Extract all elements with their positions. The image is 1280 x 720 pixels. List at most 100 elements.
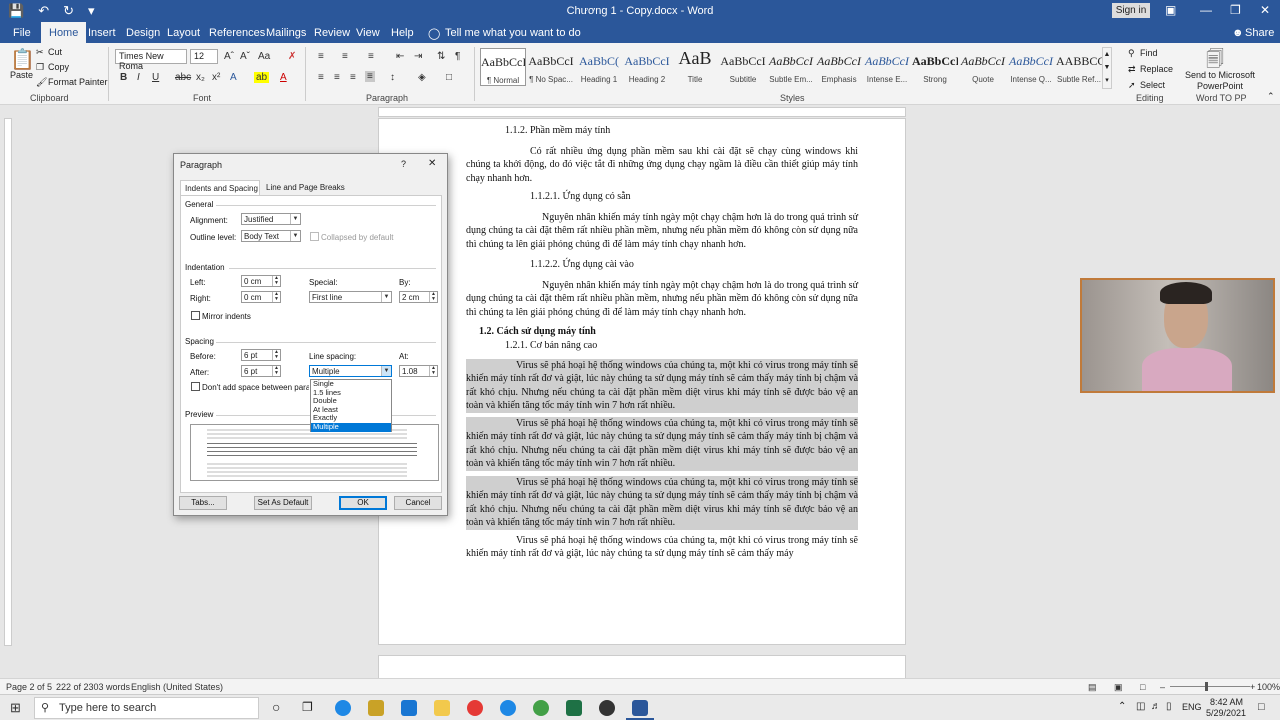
app-icon[interactable] [533, 700, 549, 716]
document-page-next[interactable] [378, 655, 906, 680]
document-page[interactable]: 1.1.2. Phần mềm máy tính Có rất nhiều ứn… [378, 118, 906, 645]
left-indent-input[interactable]: 0 cm ▲ ▼ [241, 275, 281, 287]
sign-in-button[interactable]: Sign in [1112, 3, 1150, 18]
style-11[interactable]: AaBbCcI Intense Q... [1008, 48, 1054, 86]
mirror-indents-checkbox[interactable] [191, 311, 200, 320]
language-indicator[interactable]: ENG [1182, 702, 1202, 712]
chrome-icon[interactable] [467, 700, 483, 716]
align-center-icon[interactable]: ≡ [334, 72, 340, 83]
page-count[interactable]: Page 2 of 5 [6, 682, 52, 692]
zoom-out-icon[interactable]: – [1160, 682, 1165, 692]
tab-file[interactable]: File [13, 27, 31, 39]
styles-scroll[interactable]: ▲ ▼ ▾ [1102, 47, 1112, 89]
outline-level-select[interactable]: Body Text ▼ [241, 230, 301, 242]
align-right-icon[interactable]: ≡ [350, 72, 356, 83]
style-6[interactable]: AaBbCcI Subtle Em... [768, 48, 814, 86]
style-10[interactable]: AaBbCcI Quote [960, 48, 1006, 86]
tab-review[interactable]: Review [314, 27, 350, 39]
before-input[interactable]: 6 pt ▲ ▼ [241, 349, 281, 361]
tab-insert[interactable]: Insert [88, 27, 116, 39]
taskbar-search[interactable]: Type here to search [34, 697, 259, 719]
maximize-icon[interactable]: ❐ [1230, 3, 1241, 17]
close-window-icon[interactable]: ✕ [1260, 3, 1270, 17]
send-ppt-label-1[interactable]: Send to Microsoft [1185, 70, 1255, 80]
clock-time[interactable]: 8:42 AM [1210, 697, 1243, 707]
superscript-icon[interactable]: x² [212, 72, 220, 83]
battery-icon[interactable]: ▯ [1166, 701, 1172, 712]
bold-icon[interactable]: B [120, 72, 127, 83]
special-select[interactable]: First line ▼ [309, 291, 392, 303]
at-input[interactable]: 1.08 ▲ ▼ [399, 365, 438, 377]
style-12[interactable]: AABBCCI Subtle Ref... [1056, 48, 1102, 86]
collapsed-checkbox[interactable] [310, 232, 319, 241]
print-layout-icon[interactable]: ▣ [1114, 682, 1123, 693]
sort-icon[interactable]: ⇅ [437, 51, 445, 62]
style-9[interactable]: AaBbCcI Strong [912, 48, 958, 86]
italic-icon[interactable]: I [137, 72, 140, 83]
by-input[interactable]: 2 cm ▲ ▼ [399, 291, 438, 303]
borders-icon[interactable]: □ [446, 72, 452, 83]
option-multiple[interactable]: Multiple [311, 422, 391, 432]
word-count[interactable]: 222 of 2303 words [56, 682, 130, 692]
numbering-icon[interactable]: ≡ [342, 51, 348, 62]
tab-indents-spacing[interactable]: Indents and Spacing [180, 180, 260, 195]
read-mode-icon[interactable]: ▤ [1088, 682, 1097, 693]
right-indent-input[interactable]: 0 cm ▲ ▼ [241, 291, 281, 303]
font-color-icon[interactable]: A [280, 72, 287, 83]
mail-icon[interactable] [401, 700, 417, 716]
zoom-slider[interactable] [1170, 686, 1250, 687]
spin-arrows-icon[interactable]: ▲ ▼ [272, 366, 280, 376]
tab-mailings[interactable]: Mailings [266, 27, 306, 39]
task-view-icon[interactable]: ❐ [302, 700, 313, 714]
paste-button[interactable]: Paste [10, 70, 33, 80]
underline-icon[interactable]: U [152, 72, 159, 83]
minimize-icon[interactable]: — [1200, 3, 1212, 17]
close-dialog-button[interactable]: ✕ [428, 158, 436, 169]
share-icon[interactable]: ☻ [1232, 27, 1244, 39]
notifications-icon[interactable]: □ [1258, 701, 1265, 713]
cortana-icon[interactable]: ○ [272, 699, 280, 715]
decrease-indent-icon[interactable]: ⇤ [396, 51, 404, 62]
show-marks-icon[interactable]: ¶ [455, 51, 460, 62]
windows-start-icon[interactable]: ⊞ [10, 700, 21, 716]
chevron-down-icon[interactable]: ▼ [381, 366, 391, 376]
send-ppt-label-2[interactable]: PowerPoint [1197, 81, 1243, 91]
tabs-button[interactable]: Tabs... [179, 496, 227, 510]
style-8[interactable]: AaBbCcI Intense E... [864, 48, 910, 86]
highlight-icon[interactable]: ab [254, 72, 270, 83]
network-icon[interactable]: ◫ [1136, 701, 1145, 712]
select-button[interactable]: Select [1140, 80, 1165, 90]
copy-button[interactable]: Copy [48, 62, 69, 72]
tab-view[interactable]: View [356, 27, 380, 39]
spin-arrows-icon[interactable]: ▲ ▼ [272, 276, 280, 286]
align-left-icon[interactable]: ≡ [318, 72, 324, 83]
format-painter-button[interactable]: Format Painter [48, 77, 108, 87]
select-icon[interactable]: ➚ [1128, 80, 1136, 91]
change-case-icon[interactable]: Aa [258, 51, 270, 62]
after-input[interactable]: 6 pt ▲ ▼ [241, 365, 281, 377]
subscript-icon[interactable]: x₂ [196, 72, 205, 83]
style-3[interactable]: AaBbCcI Heading 2 [624, 48, 670, 86]
zalo-icon[interactable] [500, 700, 516, 716]
find-icon[interactable]: ⚲ [1128, 48, 1135, 59]
edge-icon[interactable] [335, 700, 351, 716]
cancel-button[interactable]: Cancel [394, 496, 442, 510]
tab-line-page-breaks[interactable]: Line and Page Breaks [266, 183, 345, 192]
style-1[interactable]: AaBbCcI ¶ No Spac... [528, 48, 574, 86]
ribbon-display-icon[interactable]: ▣ [1165, 3, 1176, 17]
font-name-combo[interactable]: Times New Roma [115, 49, 187, 71]
web-layout-icon[interactable]: □ [1140, 682, 1145, 692]
grow-font-icon[interactable]: Aˆ [224, 51, 234, 62]
shrink-font-icon[interactable]: Aˇ [240, 51, 250, 62]
shading-icon[interactable]: ◈ [418, 72, 426, 83]
bullets-icon[interactable]: ≡ [318, 51, 324, 62]
paste-icon[interactable]: 📋 [10, 47, 35, 72]
text-effects-icon[interactable]: A [230, 72, 237, 83]
spin-arrows-icon[interactable]: ▲ ▼ [429, 292, 437, 302]
set-as-default-button[interactable]: Set As Default [254, 496, 312, 510]
increase-indent-icon[interactable]: ⇥ [414, 51, 422, 62]
dont-add-space-checkbox[interactable] [191, 382, 200, 391]
find-button[interactable]: Find [1140, 48, 1158, 58]
alignment-select[interactable]: Justified ▼ [241, 213, 301, 225]
tab-design[interactable]: Design [126, 27, 160, 39]
